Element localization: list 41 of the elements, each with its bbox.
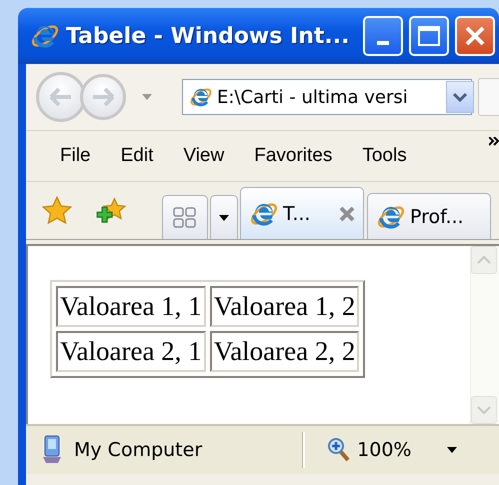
caret-icon bbox=[219, 214, 229, 220]
maximize-icon bbox=[417, 25, 442, 47]
table-cell: Valoarea 2, 2 bbox=[210, 331, 360, 372]
tab-title: Prof... bbox=[410, 206, 464, 228]
back-button[interactable] bbox=[36, 72, 86, 122]
menu-item[interactable]: Favorites bbox=[246, 141, 340, 171]
add-favorite-icon[interactable] bbox=[96, 196, 128, 226]
back-arrow-icon bbox=[48, 86, 74, 108]
table-cell: Valoarea 1, 2 bbox=[210, 286, 360, 327]
minimize-icon bbox=[377, 41, 390, 45]
tab-list-button[interactable] bbox=[210, 195, 238, 239]
chevron-down-icon bbox=[453, 92, 467, 102]
zoom-level[interactable]: 100% bbox=[357, 439, 412, 461]
table-cell: Valoarea 1, 1 bbox=[56, 286, 206, 327]
table-cell: Valoarea 2, 1 bbox=[56, 331, 206, 372]
menu-item[interactable]: View bbox=[175, 141, 232, 171]
window-title: Tabele - Windows Int... bbox=[66, 24, 350, 48]
minimize-button[interactable] bbox=[363, 16, 404, 56]
grid-icon bbox=[173, 206, 197, 228]
zone-label: My Computer bbox=[74, 439, 202, 461]
close-button[interactable] bbox=[455, 16, 496, 56]
tab-title: T... bbox=[283, 202, 310, 224]
history-dropdown-icon[interactable] bbox=[142, 94, 152, 100]
address-bar[interactable]: E:\Carti - ultima versi bbox=[182, 79, 472, 115]
browser-tab[interactable]: Prof... bbox=[367, 193, 491, 239]
computer-icon bbox=[40, 435, 64, 465]
close-icon bbox=[463, 24, 488, 48]
chevron-icon[interactable] bbox=[489, 137, 499, 147]
forward-button[interactable] bbox=[80, 74, 126, 120]
address-field[interactable]: E:\Carti - ultima versi bbox=[217, 86, 442, 108]
browser-tab[interactable]: T... bbox=[240, 187, 364, 239]
maximize-button[interactable] bbox=[409, 16, 450, 56]
forward-arrow-icon bbox=[90, 86, 116, 108]
zoom-dropdown-icon[interactable] bbox=[447, 447, 458, 453]
menu-item[interactable]: Edit bbox=[112, 141, 162, 171]
zoom-icon[interactable] bbox=[327, 437, 352, 463]
address-dropdown-button[interactable] bbox=[446, 81, 474, 113]
menu-item[interactable]: File bbox=[52, 141, 99, 171]
menu-item[interactable]: Tools bbox=[354, 141, 415, 171]
close-tab-icon[interactable] bbox=[339, 206, 355, 222]
favorites-star-icon[interactable] bbox=[42, 196, 72, 226]
